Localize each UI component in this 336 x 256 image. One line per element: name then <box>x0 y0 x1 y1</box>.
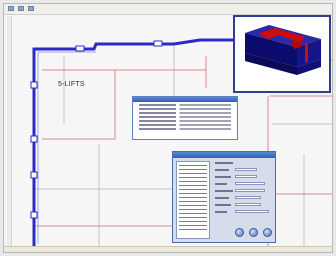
property-field[interactable] <box>235 168 257 171</box>
list-item[interactable] <box>179 169 207 170</box>
property-label <box>215 211 227 213</box>
list-item[interactable] <box>179 185 207 186</box>
model-cut-section <box>305 44 308 62</box>
list-item[interactable] <box>139 104 231 106</box>
property-label <box>215 183 227 185</box>
layer-list[interactable] <box>176 161 210 239</box>
property-field[interactable] <box>235 189 265 192</box>
cancel-icon[interactable] <box>263 228 272 237</box>
list-item[interactable] <box>139 112 231 114</box>
list-item[interactable] <box>179 181 207 182</box>
list-item[interactable] <box>179 217 207 218</box>
property-field[interactable] <box>235 203 261 206</box>
list-item[interactable] <box>179 189 207 190</box>
property-field[interactable] <box>235 182 265 185</box>
layer-settings-dialog[interactable] <box>172 151 276 243</box>
zone-label: 5-LIFTS <box>58 81 85 88</box>
property-label <box>215 204 231 206</box>
list-item[interactable] <box>179 193 207 194</box>
list-item[interactable] <box>139 120 231 122</box>
3d-model <box>245 25 321 75</box>
cad-application-window: 5-LIFTS <box>3 3 333 253</box>
list-item[interactable] <box>179 177 207 178</box>
list-item[interactable] <box>179 229 207 230</box>
3d-preview-viewport[interactable] <box>233 15 331 93</box>
property-field[interactable] <box>235 196 261 199</box>
list-item[interactable] <box>179 197 207 198</box>
list-item[interactable] <box>139 108 231 110</box>
layer-properties-panel <box>215 162 273 222</box>
list-item[interactable] <box>179 165 207 166</box>
list-item[interactable] <box>179 209 207 210</box>
property-field[interactable] <box>235 210 269 213</box>
screenshot-frame: 5-LIFTS <box>0 0 336 256</box>
property-label <box>215 162 233 164</box>
list-item[interactable] <box>179 225 207 226</box>
list-item[interactable] <box>179 213 207 214</box>
property-label <box>215 197 229 199</box>
list-item[interactable] <box>139 128 231 130</box>
dialog-title-bar[interactable] <box>133 97 237 102</box>
list-item[interactable] <box>139 116 231 118</box>
property-label <box>215 169 229 171</box>
list-item[interactable] <box>179 173 207 174</box>
list-item[interactable] <box>139 124 231 126</box>
dialog-title-bar[interactable] <box>173 152 275 158</box>
list-item[interactable] <box>179 201 207 202</box>
property-field[interactable] <box>235 175 257 178</box>
property-label <box>215 176 231 178</box>
list-item[interactable] <box>179 205 207 206</box>
property-label <box>215 190 233 192</box>
apply-icon[interactable] <box>249 228 258 237</box>
list-item[interactable] <box>179 221 207 222</box>
properties-dialog[interactable] <box>132 96 238 140</box>
ok-icon[interactable] <box>235 228 244 237</box>
status-bar <box>4 246 332 252</box>
